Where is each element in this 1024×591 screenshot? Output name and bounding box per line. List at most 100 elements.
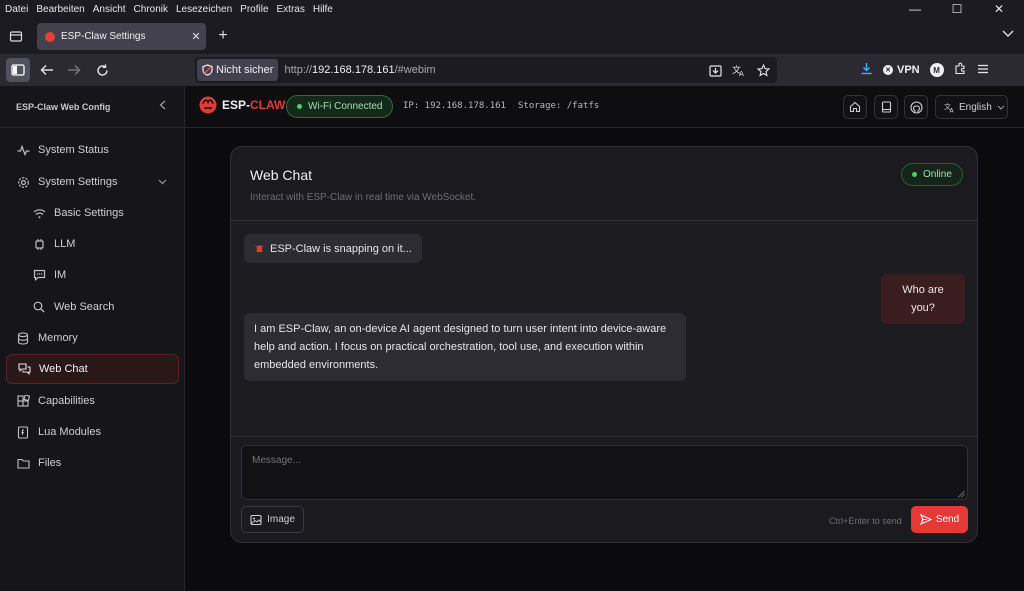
sidebar-header: ESP-Claw Web Config <box>0 86 184 128</box>
forward-arrow-icon[interactable] <box>62 58 86 82</box>
account-avatar[interactable]: M <box>929 63 944 77</box>
logo-text: ESP-CLAW <box>222 98 286 112</box>
web-page: ESP-Claw Web Config System Status System… <box>0 86 1024 591</box>
connection-status-badge: Online <box>901 163 963 186</box>
app-logo: ESP-CLAW <box>199 96 285 114</box>
menu-view[interactable]: Ansicht <box>93 4 126 15</box>
menu-history[interactable]: Chronik <box>134 4 168 15</box>
window-controls: — ☐ ✕ <box>898 0 1024 18</box>
security-indicator[interactable]: Nicht sicher <box>197 59 279 81</box>
chevron-down-icon <box>158 177 167 187</box>
extensions-icon[interactable] <box>954 62 967 78</box>
attach-image-button[interactable]: Image <box>241 506 304 533</box>
navigation-bar: Nicht sicher http://192.168.178.161/#web… <box>0 54 1024 86</box>
back-arrow-icon[interactable] <box>35 58 59 82</box>
storage-path: Storage: /fatfs <box>518 101 600 111</box>
claw-icon <box>255 245 264 252</box>
translate-icon[interactable]: 文A <box>731 61 747 79</box>
ip-address: IP: 192.168.178.161 <box>403 101 506 111</box>
url-text: http://192.168.178.161/#webim <box>284 64 436 76</box>
sidebar-item-label: System Settings <box>38 176 118 188</box>
install-app-icon[interactable] <box>707 61 723 79</box>
menu-edit[interactable]: Bearbeiten <box>36 4 84 15</box>
separator-dot: · <box>512 100 515 110</box>
browser-tab[interactable]: ESP-Claw Settings ✕ <box>37 23 206 50</box>
close-window-button[interactable]: ✕ <box>982 0 1016 18</box>
new-tab-button[interactable]: + <box>214 27 232 45</box>
sidebar-item-label: Files <box>38 457 62 469</box>
menu-bookmarks[interactable]: Lesezeichen <box>176 4 232 15</box>
resize-handle-icon[interactable] <box>957 490 965 498</box>
message-input[interactable] <box>241 445 968 500</box>
home-button[interactable] <box>843 95 867 119</box>
menu-profiles[interactable]: Profile <box>240 4 268 15</box>
web-chat-card: Web Chat Interact with ESP-Claw in real … <box>230 146 978 543</box>
sidebar-item-system-settings[interactable]: System Settings <box>6 167 179 197</box>
page-subtitle: Interact with ESP-Claw in real time via … <box>250 192 477 203</box>
vpn-button[interactable]: ✕ VPN <box>883 64 920 76</box>
image-icon <box>250 514 262 525</box>
sidebar-item-label: IM <box>54 269 67 281</box>
reload-icon[interactable] <box>90 58 114 82</box>
wifi-icon <box>32 206 46 220</box>
chip-icon <box>32 237 46 251</box>
language-select[interactable]: 文A English <box>935 95 1008 119</box>
svg-text:A: A <box>739 70 744 77</box>
vpn-label: VPN <box>897 64 920 76</box>
sidebar-item-label: Web Search <box>54 301 115 313</box>
bookmark-star-icon[interactable] <box>755 61 771 79</box>
tab-title: ESP-Claw Settings <box>61 31 146 42</box>
collapse-sidebar-icon[interactable] <box>159 100 166 113</box>
send-button-label: Send <box>935 514 960 525</box>
sidebar-item-web-search[interactable]: Web Search <box>26 292 179 322</box>
sidebar-item-label: Basic Settings <box>54 207 124 219</box>
os-menu-bar: Datei Bearbeiten Ansicht Chronik Lesezei… <box>0 0 1024 18</box>
chevron-down-icon[interactable] <box>1002 29 1014 41</box>
tab-close-icon[interactable]: ✕ <box>186 30 206 43</box>
menu-file[interactable]: Datei <box>5 4 28 15</box>
kebab-menu-icon[interactable] <box>977 63 989 78</box>
minimize-button[interactable]: — <box>898 0 932 18</box>
sidebar-item-capabilities[interactable]: Capabilities <box>6 386 179 416</box>
sidebar-item-system-status[interactable]: System Status <box>6 135 179 165</box>
menu-help[interactable]: Hilfe <box>313 4 333 15</box>
page-title: Web Chat <box>250 167 312 183</box>
message-composer: Image Ctrl+Enter to send Send <box>231 436 977 542</box>
claw-logo-icon <box>199 96 217 114</box>
sidebar-item-im[interactable]: IM <box>26 260 179 290</box>
folder-icon <box>16 456 30 470</box>
book-icon <box>881 101 891 113</box>
user-message: Who are you? <box>881 274 965 324</box>
blocks-icon <box>16 394 30 408</box>
address-bar[interactable]: Nicht sicher http://192.168.178.161/#web… <box>195 57 777 83</box>
vpn-off-icon: ✕ <box>883 65 893 75</box>
sidebar-item-files[interactable]: Files <box>6 448 179 478</box>
github-button[interactable] <box>904 95 928 119</box>
wifi-status-label: Wi-Fi Connected <box>308 101 383 112</box>
search-icon <box>32 300 46 314</box>
separator-dot: · <box>391 100 394 110</box>
chevron-down-icon <box>997 103 1005 112</box>
sidebar-item-label: Memory <box>38 332 78 344</box>
send-button[interactable]: Send <box>911 506 968 533</box>
image-button-label: Image <box>267 514 295 525</box>
sidebar-item-llm[interactable]: LLM <box>26 229 179 259</box>
sidebar-item-lua-modules[interactable]: Lua Modules <box>6 417 179 447</box>
send-icon <box>919 514 932 525</box>
tab-list-icon[interactable] <box>6 26 26 46</box>
maximize-button[interactable]: ☐ <box>940 0 974 18</box>
docs-button[interactable] <box>874 95 898 119</box>
sidebar-toggle-icon[interactable] <box>6 58 30 82</box>
github-icon <box>909 100 923 114</box>
downloads-icon[interactable] <box>860 62 873 78</box>
sidebar-item-memory[interactable]: Memory <box>6 323 179 353</box>
menu-tools[interactable]: Extras <box>277 4 305 15</box>
card-header: Web Chat Interact with ESP-Claw in real … <box>231 147 977 221</box>
shield-icon <box>202 64 213 76</box>
app-sidebar: ESP-Claw Web Config System Status System… <box>0 86 185 591</box>
sidebar-item-label: System Status <box>38 144 109 156</box>
sidebar-item-basic-settings[interactable]: Basic Settings <box>26 198 179 228</box>
sidebar-item-web-chat[interactable]: Web Chat <box>6 354 179 384</box>
chat-icon <box>17 362 31 376</box>
activity-icon <box>16 143 30 157</box>
